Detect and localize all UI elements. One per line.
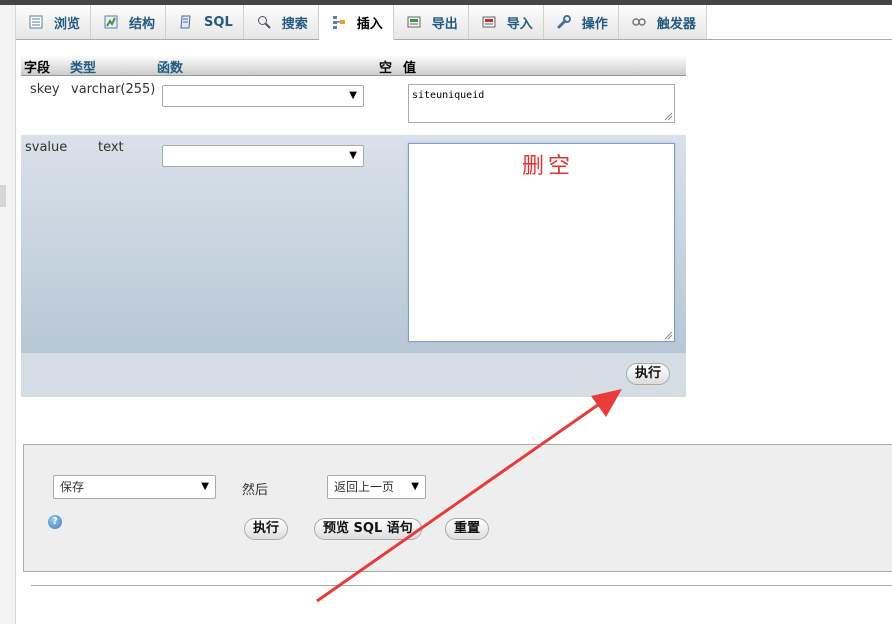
action-select[interactable]: 保存 ▼: [53, 475, 216, 499]
insert-icon: [331, 14, 347, 30]
resize-grip-icon[interactable]: [664, 112, 673, 121]
tab-export[interactable]: 导出: [393, 5, 469, 39]
value-text: siteuniqueid: [412, 90, 485, 101]
chevron-down-icon: ▼: [411, 481, 419, 492]
row-field-name: skey: [30, 82, 60, 97]
import-icon: [481, 14, 497, 30]
table-row: skey varchar(255) ▼ siteuniqueid: [21, 76, 686, 135]
table-row: svalue text ▼: [21, 135, 686, 353]
row-field-type: text: [98, 140, 124, 155]
function-select[interactable]: ▼: [162, 145, 364, 167]
header-type: 类型: [70, 61, 97, 76]
tab-structure[interactable]: 结构: [91, 5, 167, 39]
chevron-down-icon: ▼: [349, 150, 357, 161]
export-icon: [406, 14, 422, 30]
preview-sql-button[interactable]: 预览 SQL 语句: [314, 518, 422, 540]
left-edge-marker: [0, 185, 6, 207]
tab-triggers[interactable]: 触发器: [618, 5, 707, 39]
go-button[interactable]: 执行: [244, 518, 289, 540]
after-insert-select[interactable]: 返回上一页 ▼: [327, 475, 426, 499]
structure-icon: [103, 14, 119, 30]
tab-browse-label: 浏览: [54, 16, 81, 32]
tab-search[interactable]: 搜索: [243, 5, 319, 39]
left-navigation-edge: [0, 5, 16, 624]
row-field-name: svalue: [25, 140, 68, 155]
insert-options-panel: 保存 ▼ 然后 返回上一页 ▼ 执行 预览 SQL 语句 重置: [23, 444, 892, 572]
tab-import[interactable]: 导入: [468, 5, 544, 39]
after-insert-select-value: 返回上一页: [334, 480, 395, 494]
divider: [31, 585, 892, 586]
tab-export-label: 导出: [431, 16, 458, 32]
tab-sql[interactable]: SQL: [166, 5, 244, 39]
trigger-icon: [631, 14, 647, 30]
header-function: 函数: [157, 61, 184, 76]
wrench-icon: [556, 14, 572, 30]
header-null: 空: [379, 61, 393, 76]
browse-icon: [28, 14, 44, 30]
value-textarea[interactable]: siteuniqueid: [408, 84, 675, 123]
form-footer: 执行: [21, 353, 686, 397]
tab-browse[interactable]: 浏览: [16, 5, 92, 39]
reset-button[interactable]: 重置: [445, 518, 490, 540]
annotation-clear-label: 删空: [522, 154, 575, 179]
tab-search-label: 搜索: [281, 16, 308, 32]
function-select[interactable]: ▼: [162, 85, 364, 107]
header-field: 字段: [24, 61, 51, 76]
action-select-value: 保存: [60, 480, 85, 494]
tab-insert[interactable]: 插入: [318, 5, 394, 40]
help-icon[interactable]: ?: [48, 515, 62, 529]
search-icon: [256, 14, 272, 30]
insert-table-header: 字段 类型 函数 空 值: [21, 55, 686, 76]
tab-insert-label: 插入: [356, 16, 383, 32]
row-field-type: varchar(255): [71, 82, 156, 97]
tab-import-label: 导入: [506, 16, 533, 32]
chevron-down-icon: ▼: [201, 481, 209, 492]
chevron-down-icon: ▼: [349, 90, 357, 101]
sql-icon: [178, 14, 194, 30]
resize-grip-icon[interactable]: [664, 331, 673, 340]
tab-operations-label: 操作: [581, 16, 608, 32]
go-button[interactable]: 执行: [626, 363, 671, 385]
tab-triggers-label: 触发器: [656, 16, 696, 32]
then-label: 然后: [242, 483, 269, 498]
tab-structure-label: 结构: [129, 16, 156, 32]
tab-sql-label: SQL: [204, 14, 233, 30]
tab-operations[interactable]: 操作: [543, 5, 619, 39]
tab-bar: 浏览 结构 SQL 搜索 插入 导出 导入 操作 触发器: [16, 5, 892, 40]
header-value: 值: [403, 61, 417, 76]
